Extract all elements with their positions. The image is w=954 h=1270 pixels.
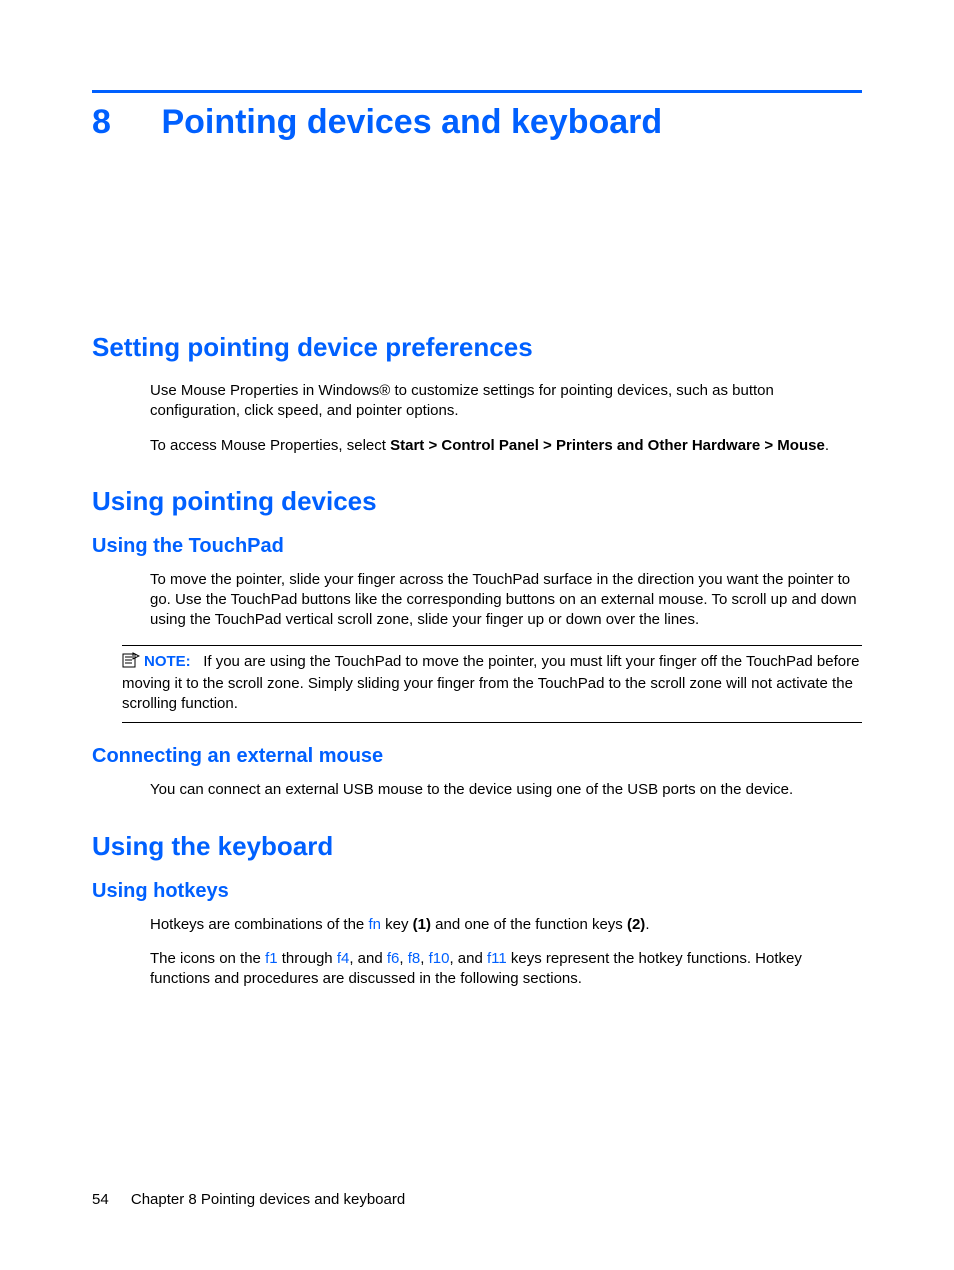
note-text: NOTE: If you are using the TouchPad to m…: [122, 653, 859, 713]
hotkeys-p2e: ,: [420, 950, 428, 967]
subsection-touchpad-heading: Using the TouchPad: [92, 535, 862, 558]
hotkeys-fn-key: fn: [368, 916, 381, 933]
hotkeys-f4-key: f4: [337, 950, 350, 967]
hotkeys-p1: Hotkeys are combinations of the fn key (…: [150, 915, 862, 935]
touchpad-body: To move the pointer, slide your finger a…: [150, 570, 862, 631]
hotkeys-f8-key: f8: [408, 950, 421, 967]
hotkeys-p1b: key: [381, 916, 413, 933]
hotkeys-p2c: , and: [349, 950, 387, 967]
note-content: If you are using the TouchPad to move th…: [122, 653, 859, 713]
section-prefs-heading: Setting pointing device preferences: [92, 332, 862, 363]
hotkeys-body: Hotkeys are combinations of the fn key (…: [150, 915, 862, 990]
prefs-p1: Use Mouse Properties in Windows® to cust…: [150, 381, 862, 422]
note-icon: [122, 652, 144, 674]
hotkeys-p2a: The icons on the: [150, 950, 265, 967]
section-using-devices-heading: Using pointing devices: [92, 486, 862, 517]
prefs-p2a: To access Mouse Properties, select: [150, 437, 390, 454]
hotkeys-p2b: through: [278, 950, 337, 967]
hotkeys-p1c: and one of the function keys: [431, 916, 627, 933]
page-footer: 54 Chapter 8 Pointing devices and keyboa…: [92, 1191, 405, 1208]
chapter-title-text: Pointing devices and keyboard: [161, 103, 662, 141]
subsection-hotkeys-heading: Using hotkeys: [92, 880, 862, 903]
hotkeys-f1-key: f1: [265, 950, 278, 967]
hotkeys-p1a: Hotkeys are combinations of the: [150, 916, 368, 933]
subsection-external-mouse-heading: Connecting an external mouse: [92, 745, 862, 768]
note-box: NOTE: If you are using the TouchPad to m…: [122, 645, 862, 724]
note-label: NOTE:: [144, 653, 191, 670]
hotkeys-f6-key: f6: [387, 950, 400, 967]
chapter-rule: [92, 90, 862, 93]
hotkeys-p2f: , and: [449, 950, 487, 967]
touchpad-p1: To move the pointer, slide your finger a…: [150, 570, 862, 631]
hotkeys-one: (1): [413, 916, 431, 933]
page-number: 54: [92, 1191, 109, 1208]
hotkeys-two: (2): [627, 916, 645, 933]
external-mouse-body: You can connect an external USB mouse to…: [150, 780, 862, 800]
section-prefs-body: Use Mouse Properties in Windows® to cust…: [150, 381, 862, 456]
section-keyboard-heading: Using the keyboard: [92, 831, 862, 862]
hotkeys-f10-key: f10: [429, 950, 450, 967]
hotkeys-p1d: .: [645, 916, 649, 933]
hotkeys-p2d: ,: [399, 950, 407, 967]
prefs-p2b: Start > Control Panel > Printers and Oth…: [390, 437, 825, 454]
chapter-title: 8 Pointing devices and keyboard: [92, 103, 862, 142]
hotkeys-p2: The icons on the f1 through f4, and f6, …: [150, 949, 862, 990]
hotkeys-f11-key: f11: [487, 950, 507, 967]
external-mouse-p1: You can connect an external USB mouse to…: [150, 780, 862, 800]
footer-label: Chapter 8 Pointing devices and keyboard: [131, 1191, 405, 1208]
prefs-p2c: .: [825, 437, 829, 454]
prefs-p2: To access Mouse Properties, select Start…: [150, 436, 862, 456]
chapter-number: 8: [92, 103, 152, 142]
